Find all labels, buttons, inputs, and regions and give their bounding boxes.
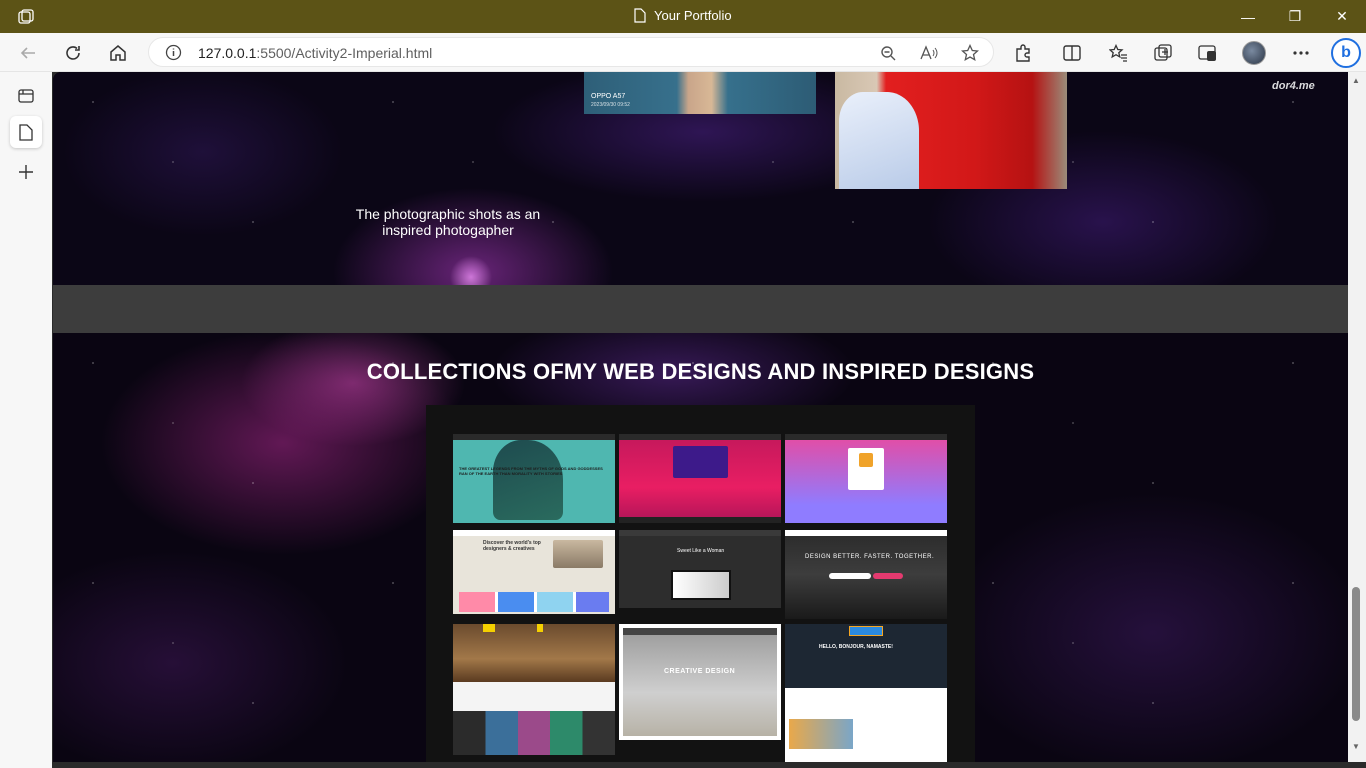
new-tab-icon (19, 165, 33, 179)
active-tab[interactable] (10, 116, 42, 148)
minimize-button[interactable]: — (1225, 0, 1271, 33)
new-tab-button[interactable] (10, 156, 42, 188)
thumb-logo-badge (849, 626, 883, 636)
vertical-tab-strip (0, 72, 52, 768)
favorite-button[interactable] (960, 43, 980, 63)
thumb-yellow-tag (483, 624, 495, 632)
plastic-bag-shape (839, 92, 919, 189)
thumb-signup-field (829, 573, 871, 579)
design-thumb-6[interactable]: DESIGN BETTER. FASTER. TOGETHER. (785, 530, 947, 619)
thumb-content-area (789, 719, 853, 749)
section-heading: COLLECTIONS OFMY WEB DESIGNS AND INSPIRE… (366, 359, 1035, 384)
browser-essentials-icon (1197, 45, 1216, 61)
design-thumb-3[interactable] (785, 434, 947, 523)
photo-red-dress (835, 72, 1067, 189)
url-text[interactable]: 127.0.0.1:5500/Activity2-Imperial.html (198, 45, 432, 61)
photo-caption-device: OPPO A57 (591, 93, 626, 100)
thumb-nav-bar (623, 628, 777, 635)
thumb-8-text: CREATIVE DESIGN (664, 668, 736, 675)
photo-caption-overlay: OPPO A57 2023/09/30 09:52 (591, 93, 630, 109)
info-icon[interactable] (165, 44, 182, 61)
thumb-yellow-tag-2 (537, 624, 543, 632)
design-thumb-1[interactable]: THE GREATEST LEGENDS FROM THE MYTHS OF G… (453, 434, 615, 523)
profile-avatar (1242, 41, 1266, 65)
page-icon (634, 8, 646, 23)
navigation-bar: 127.0.0.1:5500/Activity2-Imperial.html b (0, 33, 1366, 72)
design-thumb-2[interactable] (619, 434, 781, 523)
window-title: Your Portfolio (634, 8, 732, 23)
thumb-9-text: HELLO, BONJOUR, NAMASTE! (819, 644, 893, 650)
thumb-house (553, 540, 603, 568)
tabs-icon (18, 89, 34, 103)
refresh-button[interactable] (59, 39, 87, 67)
scroll-up-arrow-icon[interactable]: ▲ (1352, 76, 1360, 85)
thumb-gallery-strip (453, 711, 615, 755)
web-design-gallery: THE GREATEST LEGENDS FROM THE MYTHS OF G… (426, 405, 975, 762)
thumb-login-box (673, 446, 728, 478)
gray-divider-band (53, 285, 1348, 333)
page-scrollbar[interactable]: ▲ ▼ (1348, 72, 1366, 762)
design-thumb-4[interactable]: Discover the world's top designers & cre… (453, 530, 615, 614)
thumb-1-text: THE GREATEST LEGENDS FROM THE MYTHS OF G… (459, 466, 603, 476)
extensions-icon (1016, 44, 1030, 62)
design-thumb-7[interactable] (453, 624, 615, 755)
back-button[interactable] (14, 39, 42, 67)
read-aloud-icon (920, 45, 938, 60)
split-screen-icon (1063, 45, 1081, 61)
design-thumb-8[interactable]: CREATIVE DESIGN (619, 624, 781, 740)
favorite-star-icon (961, 44, 979, 62)
url-host: 127.0.0.1 (198, 45, 257, 61)
favorites-icon (1108, 44, 1127, 62)
url-path: :5500/Activity2-Imperial.html (256, 45, 433, 61)
page-viewport: OPPO A57 2023/09/30 09:52 dor4.me The ph… (53, 72, 1348, 762)
thumb-desk-photo (623, 628, 777, 736)
page-icon (19, 123, 33, 141)
maximize-button[interactable]: ❐ (1272, 0, 1318, 33)
profile-button[interactable] (1240, 39, 1268, 67)
address-bar[interactable]: 127.0.0.1:5500/Activity2-Imperial.html (148, 37, 994, 67)
thumb-room-photo (453, 624, 615, 682)
thumb-card-logo (859, 453, 873, 467)
browser-essentials-button[interactable] (1193, 39, 1221, 67)
bing-button[interactable]: b (1330, 37, 1362, 69)
app-icon[interactable] (17, 8, 35, 26)
photo-oppo: OPPO A57 2023/09/30 09:52 (584, 72, 816, 114)
watermark: dor4.me (1272, 80, 1315, 92)
thumb-illustration (493, 440, 563, 520)
split-screen-button[interactable] (1058, 39, 1086, 67)
zoom-icon (880, 45, 895, 60)
thumb-signup-button (873, 573, 903, 579)
collections-icon (1153, 44, 1172, 61)
photo-caption-date: 2023/09/30 09:52 (591, 102, 630, 108)
refresh-icon (66, 46, 80, 60)
photo-section-caption: The photographic shots as an inspired ph… (355, 206, 541, 238)
title-bar: Your Portfolio — ❐ ✕ (0, 0, 1366, 33)
extensions-button[interactable] (1009, 39, 1037, 67)
zoom-button[interactable] (878, 43, 898, 63)
collections-button[interactable] (1149, 39, 1177, 67)
design-thumb-9[interactable]: HELLO, BONJOUR, NAMASTE! (785, 624, 947, 762)
design-thumb-5[interactable]: Sweet Like a Woman (619, 530, 781, 608)
tab-actions-button[interactable] (10, 80, 42, 112)
thumb-5-text: Sweet Like a Woman (677, 548, 725, 554)
scroll-down-arrow-icon[interactable]: ▼ (1352, 742, 1360, 751)
close-button[interactable]: ✕ (1319, 0, 1365, 33)
read-aloud-button[interactable] (919, 43, 939, 63)
scrollbar-thumb[interactable] (1352, 587, 1360, 721)
more-button[interactable] (1287, 39, 1315, 67)
back-icon (20, 47, 35, 59)
thumb-card-row (459, 592, 609, 612)
more-icon (1293, 51, 1309, 55)
thumb-6-text: DESIGN BETTER. FASTER. TOGETHER. (805, 554, 935, 560)
bing-icon: b (1331, 38, 1361, 68)
thumb-4-text: Discover the world's top designers & cre… (483, 540, 541, 552)
home-button[interactable] (104, 39, 132, 67)
window-title-text: Your Portfolio (654, 8, 732, 23)
thumb-devices (671, 570, 731, 600)
thumb-taskbar (619, 517, 781, 523)
favorites-button[interactable] (1104, 39, 1132, 67)
home-icon (110, 45, 126, 61)
